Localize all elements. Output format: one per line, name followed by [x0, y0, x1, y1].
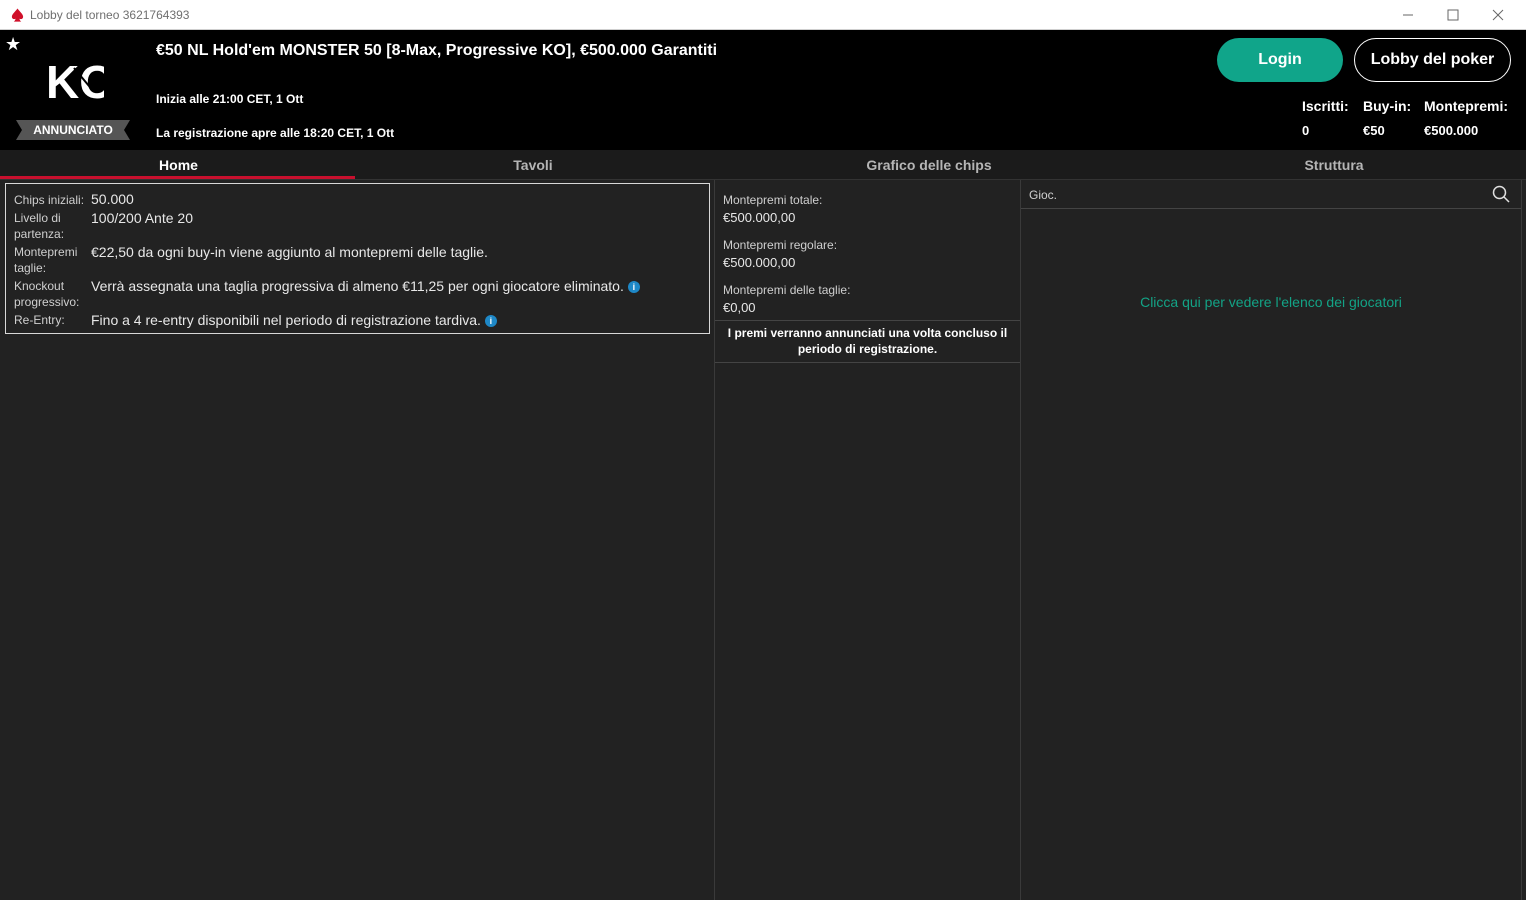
total-prize-label: Montepremi totale:	[723, 193, 823, 207]
close-button[interactable]	[1475, 0, 1521, 30]
divider	[715, 320, 1020, 321]
start-info: Inizia alle 21:00 CET, 1 Ott	[156, 92, 304, 106]
poker-lobby-button[interactable]: Lobby del poker	[1354, 38, 1511, 82]
regular-prize-value: €500.000,00	[723, 255, 796, 270]
favorite-star-icon[interactable]: ★	[5, 34, 21, 55]
reentry-label: Re-Entry:	[14, 313, 65, 327]
maximize-icon	[1447, 9, 1459, 21]
info-icon[interactable]: i	[484, 315, 497, 327]
reentry-row: Fino a 4 re-entry disponibili nel period…	[91, 312, 497, 328]
bounty-pool-label: Montepremi taglie:	[14, 245, 78, 275]
starting-chips-value: 50.000	[91, 191, 134, 207]
player-search-bar	[1021, 180, 1521, 209]
window-title: Lobby del torneo 3621764393	[30, 8, 190, 22]
maximize-button[interactable]	[1430, 0, 1476, 30]
progressive-ko-value: Verrà assegnata una taglia progressiva d…	[91, 278, 624, 294]
players-panel: Clicca qui per vedere l'elenco dei gioca…	[1021, 180, 1526, 900]
tab-structure[interactable]: Struttura	[1149, 150, 1519, 180]
show-players-link[interactable]: Clicca qui per vedere l'elenco dei gioca…	[1021, 294, 1521, 310]
total-prize-value: €500.000,00	[723, 210, 796, 225]
starting-level-value: 100/200 Ante 20	[91, 210, 193, 226]
bounty-pool-value: €22,50 da ogni buy-in viene aggiunto al …	[91, 244, 488, 260]
active-tab-indicator	[0, 176, 355, 179]
tournament-header: ★ KO ANNUNCIATO €50 NL Hold'em MONSTER 5…	[0, 30, 1526, 150]
registered-label: Iscritti:	[1302, 98, 1349, 114]
tournament-title: €50 NL Hold'em MONSTER 50 [8-Max, Progre…	[156, 42, 718, 59]
bounty-prize-label: Montepremi delle taglie:	[723, 283, 851, 297]
minimize-icon	[1403, 14, 1413, 16]
starting-level-label: Livello di partenza:	[14, 211, 65, 241]
starting-chips-label: Chips iniziali:	[14, 193, 85, 207]
buyin-label: Buy-in:	[1363, 98, 1412, 114]
minimize-button[interactable]	[1385, 0, 1431, 30]
registration-info: La registrazione apre alle 18:20 CET, 1 …	[156, 126, 395, 140]
info-icon[interactable]: i	[627, 281, 640, 293]
tournament-info-box: Chips iniziali: 50.000 Livello di parten…	[5, 183, 710, 334]
prizepool-label: Montepremi:	[1424, 98, 1508, 114]
divider	[715, 362, 1020, 363]
prizepool-value: €500.000	[1424, 123, 1479, 138]
prize-panel: Montepremi totale: €500.000,00 Monteprem…	[714, 180, 1021, 900]
pokerstars-spade-icon	[11, 8, 24, 22]
bounty-prize-value: €0,00	[723, 300, 756, 315]
progressive-ko-label: Knockout progressivo:	[14, 279, 80, 309]
reentry-value: Fino a 4 re-entry disponibili nel period…	[91, 312, 481, 328]
status-badge: ANNUNCIATO	[16, 120, 130, 140]
progressive-ko-row: Verrà assegnata una taglia progressiva d…	[91, 278, 640, 294]
close-icon	[1492, 9, 1504, 21]
prize-announcement-note: I premi verranno annunciati una volta co…	[727, 326, 1008, 356]
ko-logo: KO	[46, 56, 104, 106]
registered-value: 0	[1302, 123, 1310, 138]
panel-border	[1521, 180, 1522, 900]
search-icon[interactable]	[1492, 185, 1510, 203]
player-search-input[interactable]	[1029, 186, 1469, 204]
regular-prize-label: Montepremi regolare:	[723, 238, 838, 252]
login-button[interactable]: Login	[1217, 38, 1343, 82]
tab-tables[interactable]: Tavoli	[357, 150, 709, 180]
window-titlebar: Lobby del torneo 3621764393	[0, 0, 1526, 30]
tab-chip-graph[interactable]: Grafico delle chips	[709, 150, 1149, 180]
buyin-value: €50	[1363, 123, 1385, 138]
ko-logo-text: KO	[46, 56, 104, 106]
status-text: ANNUNCIATO	[33, 123, 113, 137]
